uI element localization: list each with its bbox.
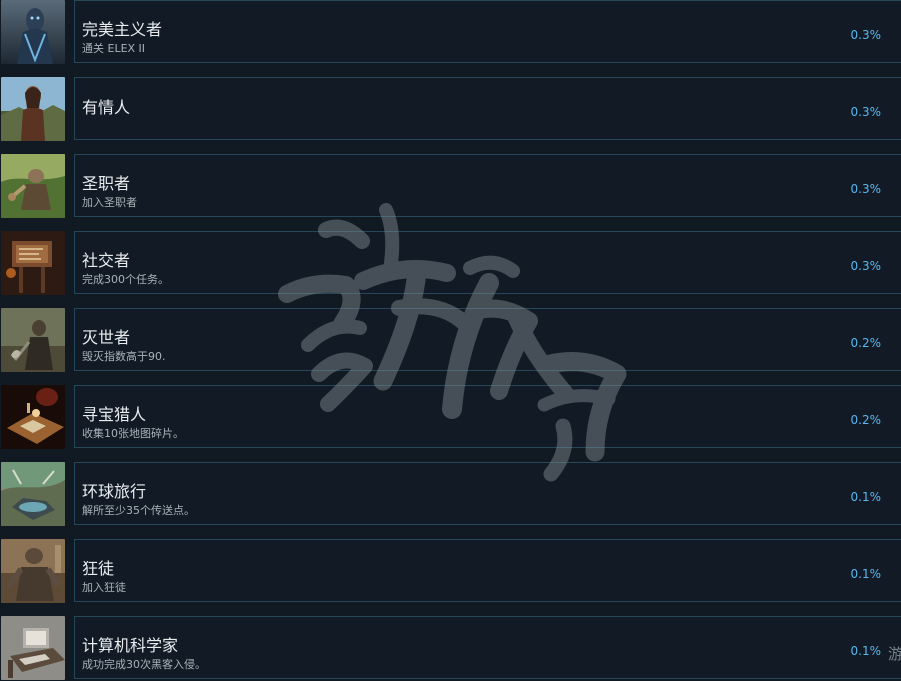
achievement-description: 毁灭指数高于90. xyxy=(82,350,166,363)
achievement-percentage: 0.3% xyxy=(850,105,882,119)
achievement-title: 完美主义者 xyxy=(82,20,163,39)
achievement-description: 通关 ELEX II xyxy=(82,42,146,55)
achievement-description: 成功完成30次黑客入侵。 xyxy=(82,658,206,671)
achievement-panel: 狂徒 加入狂徒 0.1% xyxy=(74,539,901,602)
achievement-panel: 有情人 0.3% xyxy=(74,77,901,140)
achievement-percentage: 0.1% xyxy=(850,490,882,504)
achievement-description: 解所至少35个传送点。 xyxy=(82,504,195,517)
achievement-row[interactable]: 灭世者 毁灭指数高于90. 0.2% xyxy=(0,308,901,385)
achievement-panel: 寻宝猎人 收集10张地图碎片。 0.2% xyxy=(74,385,901,448)
achievement-percentage: 0.2% xyxy=(850,336,882,350)
dark-armored-creature-icon xyxy=(1,0,65,64)
achievement-title: 狂徒 xyxy=(82,559,115,578)
achievement-title: 社交者 xyxy=(82,251,131,270)
achievement-description: 收集10张地图碎片。 xyxy=(82,427,184,440)
achievement-row[interactable]: 社交者 完成300个任务。 0.3% xyxy=(0,231,901,308)
achievement-percentage: 0.3% xyxy=(850,259,882,273)
achievement-title: 有情人 xyxy=(82,98,131,117)
achievement-row[interactable]: 环球旅行 解所至少35个传送点。 0.1% xyxy=(0,462,901,539)
achievement-row[interactable]: 寻宝猎人 收集10张地图碎片。 0.2% xyxy=(0,385,901,462)
edge-watermark-glyph: 游 xyxy=(888,646,901,663)
achievement-description: 加入圣职者 xyxy=(82,196,137,209)
achievement-list: 完美主义者 通关 ELEX II 0.3% 有情人 0.3% 圣职者 加入圣职者… xyxy=(0,0,901,681)
wooden-notice-board-icon xyxy=(1,231,65,295)
achievement-row[interactable]: 圣职者 加入圣职者 0.3% xyxy=(0,154,901,231)
achievement-description: 加入狂徒 xyxy=(82,581,126,594)
axe-warrior-forest-icon xyxy=(1,308,65,372)
achievement-row[interactable]: 狂徒 加入狂徒 0.1% xyxy=(0,539,901,616)
achievement-row[interactable]: 完美主义者 通关 ELEX II 0.3% xyxy=(0,0,901,77)
achievement-percentage: 0.1% xyxy=(850,567,882,581)
computer-desk-icon xyxy=(1,616,65,680)
achievement-percentage: 0.2% xyxy=(850,413,882,427)
achievement-panel: 圣职者 加入圣职者 0.3% xyxy=(74,154,901,217)
achievement-percentage: 0.3% xyxy=(850,28,882,42)
achievement-percentage: 0.3% xyxy=(850,182,882,196)
achievement-title: 圣职者 xyxy=(82,174,131,193)
achievement-row[interactable]: 有情人 0.3% xyxy=(0,77,901,154)
achievement-title: 环球旅行 xyxy=(82,482,147,501)
armored-warrior-field-icon xyxy=(1,154,65,218)
achievement-description: 完成300个任务。 xyxy=(82,273,169,286)
achievement-panel: 社交者 完成300个任务。 0.3% xyxy=(74,231,901,294)
wilderness-woman-portrait-icon xyxy=(1,77,65,141)
achievement-title: 灭世者 xyxy=(82,328,131,347)
achievement-panel: 环球旅行 解所至少35个传送点。 0.1% xyxy=(74,462,901,525)
mutant-brute-icon xyxy=(1,539,65,603)
achievement-percentage: 0.1% xyxy=(850,644,882,658)
achievement-panel: 计算机科学家 成功完成30次黑客入侵。 0.1% xyxy=(74,616,901,679)
achievement-title: 计算机科学家 xyxy=(82,636,179,655)
achievement-title: 寻宝猎人 xyxy=(82,405,147,424)
teleporter-landscape-icon xyxy=(1,462,65,526)
treasure-map-table-icon xyxy=(1,385,65,449)
achievement-panel: 完美主义者 通关 ELEX II 0.3% xyxy=(74,0,901,63)
achievement-panel: 灭世者 毁灭指数高于90. 0.2% xyxy=(74,308,901,371)
achievement-row[interactable]: 计算机科学家 成功完成30次黑客入侵。 0.1% xyxy=(0,616,901,681)
